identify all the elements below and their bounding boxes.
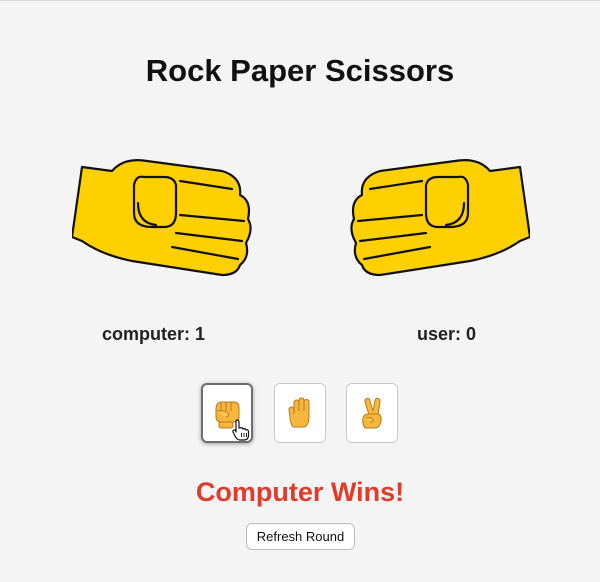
result-message: Computer Wins! <box>195 477 405 507</box>
victory-hand-emoji-icon <box>362 397 382 429</box>
scissors-button[interactable] <box>346 383 398 443</box>
pointer-cursor-icon <box>232 419 250 441</box>
user-hand-fist-icon <box>350 159 530 277</box>
choice-buttons <box>201 383 401 447</box>
user-score: user: 0 <box>417 324 477 344</box>
game-page: Rock Paper Scissors computer: 1 user: 0 <box>0 0 600 582</box>
computer-hand-fist-icon <box>72 159 252 277</box>
raised-hand-emoji-icon <box>288 397 310 428</box>
paper-button[interactable] <box>274 383 326 443</box>
refresh-round-button[interactable]: Refresh Round <box>246 523 355 550</box>
computer-score: computer: 1 <box>102 324 206 344</box>
page-title: Rock Paper Scissors <box>145 53 455 88</box>
